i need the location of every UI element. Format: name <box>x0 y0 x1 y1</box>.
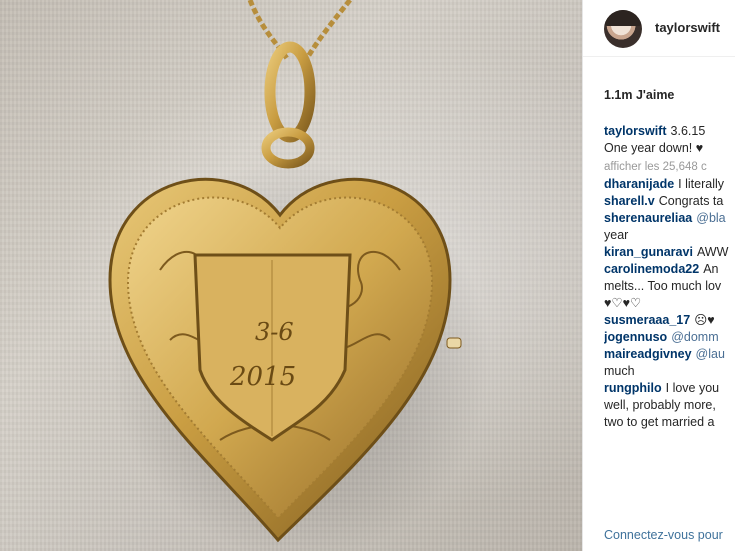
comment: maireadgivney @lau <box>604 347 725 361</box>
caption-date: 3.6.15 <box>670 124 706 138</box>
comment: carolinemoda22 An <box>604 262 719 276</box>
comment-continued: two to get married a <box>604 415 715 429</box>
comment: susmeraaa_17 ☹♥ <box>604 313 715 327</box>
caption: taylorswift 3.6.15 <box>604 123 735 140</box>
login-link[interactable]: Connectez-vous pour <box>604 528 723 542</box>
bail-ring <box>261 41 316 169</box>
comment: sherenaureliaa @bla <box>604 211 726 225</box>
comment: rungphilo I love you <box>604 381 720 395</box>
comment: sharell.v Congrats ta <box>604 194 724 208</box>
instagram-post: 3-6 2015 taylorswift 1.1m J'aime taylors… <box>0 0 735 551</box>
likes-count[interactable]: 1.1m J'aime <box>604 88 674 102</box>
caption-username[interactable]: taylorswift <box>604 124 667 138</box>
engraving-date: 3-6 <box>255 318 294 346</box>
load-more-comments[interactable]: afficher les 25,648 c <box>604 159 735 176</box>
comment-continued: ♥♡♥♡ <box>604 296 642 310</box>
comment-continued: melts... Too much lov <box>604 279 722 293</box>
comment: dharanijade I literally <box>604 177 725 191</box>
post-header: taylorswift <box>583 0 735 57</box>
comment: jogennuso @domm <box>604 330 719 344</box>
post-photo[interactable]: 3-6 2015 <box>0 0 582 551</box>
comment-continued: year <box>604 228 629 242</box>
caption-text: One year down! ♥ <box>604 141 704 155</box>
engraving-year: 2015 <box>229 362 296 392</box>
locket-illustration: 3-6 2015 <box>108 0 490 551</box>
comment-continued: well, probably more, <box>604 398 716 412</box>
comments-list: taylorswift 3.6.15 One year down! ♥ affic… <box>604 123 735 431</box>
post-sidebar: taylorswift 1.1m J'aime taylorswift 3.6.1… <box>582 0 735 551</box>
comment-continued: much <box>604 364 635 378</box>
comment: kiran_gunaravi AWW <box>604 245 729 259</box>
avatar[interactable] <box>604 10 642 48</box>
profile-username[interactable]: taylorswift <box>655 20 720 35</box>
